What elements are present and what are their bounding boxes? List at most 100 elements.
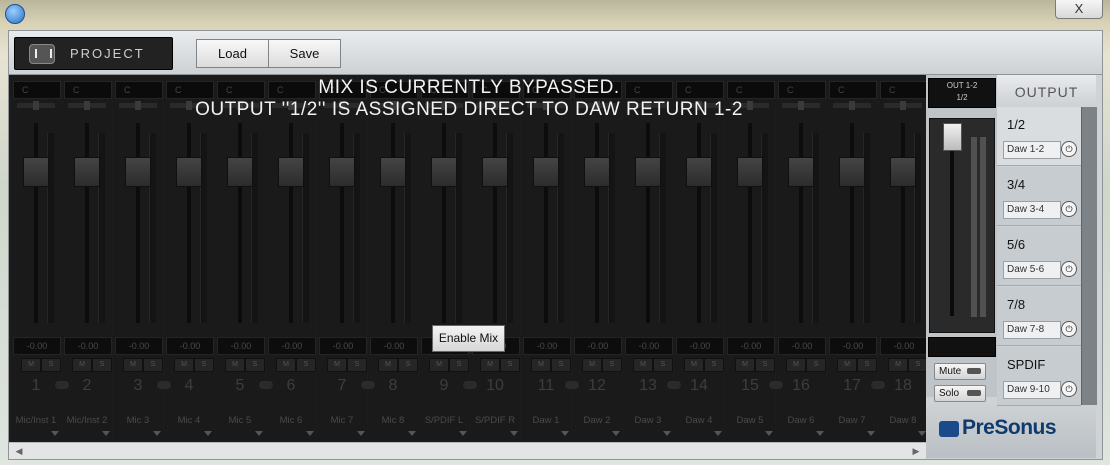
power-icon[interactable]: ⏻ (1061, 201, 1077, 217)
mute-button[interactable]: M (888, 358, 908, 372)
stereo-link-icon[interactable] (565, 381, 579, 389)
chevron-down-icon[interactable] (255, 431, 263, 436)
fader-track[interactable] (289, 123, 293, 323)
solo-button[interactable]: S (245, 358, 265, 372)
solo-button[interactable]: S (704, 358, 724, 372)
stereo-link-icon[interactable] (361, 381, 375, 389)
fader-knob[interactable] (74, 157, 100, 187)
mute-button[interactable]: M (735, 358, 755, 372)
scroll-right-icon[interactable]: ▶ (910, 445, 922, 457)
mute-button[interactable]: M (429, 358, 449, 372)
solo-button[interactable]: S (41, 358, 61, 372)
fader-knob[interactable] (635, 157, 661, 187)
output-source-select[interactable]: Daw 9-10 (1003, 381, 1061, 399)
save-button[interactable]: Save (268, 39, 341, 68)
stereo-link-icon[interactable] (55, 381, 69, 389)
fader-knob[interactable] (176, 157, 202, 187)
solo-button[interactable]: S (194, 358, 214, 372)
chevron-down-icon[interactable] (561, 431, 569, 436)
close-button[interactable]: X (1055, 0, 1103, 19)
solo-button[interactable]: S (500, 358, 520, 372)
mute-button[interactable]: M (480, 358, 500, 372)
fader-track[interactable] (187, 123, 191, 323)
fader-knob[interactable] (23, 157, 49, 187)
fader-knob[interactable] (584, 157, 610, 187)
fader-knob[interactable] (788, 157, 814, 187)
mute-button[interactable]: M (327, 358, 347, 372)
fader-track[interactable] (85, 123, 89, 323)
output-source-select[interactable]: Daw 5-6 (1003, 261, 1061, 279)
master-fader-track[interactable] (950, 131, 954, 316)
channel-name[interactable]: Daw 3 (623, 415, 673, 426)
mute-button[interactable]: M (786, 358, 806, 372)
output-scrollbar[interactable] (1081, 107, 1097, 405)
solo-button[interactable]: S (602, 358, 622, 372)
stereo-link-icon[interactable] (667, 381, 681, 389)
chevron-down-icon[interactable] (357, 431, 365, 436)
fader-track[interactable] (595, 123, 599, 323)
fader-knob[interactable] (380, 157, 406, 187)
solo-button[interactable]: S (296, 358, 316, 372)
master-mute-button[interactable]: Mute (934, 363, 986, 380)
fader-track[interactable] (391, 123, 395, 323)
channel-name[interactable]: Mic 4 (164, 415, 214, 426)
channel-name[interactable]: Mic 3 (113, 415, 163, 426)
master-fader-knob[interactable] (943, 123, 962, 151)
fader-knob[interactable] (329, 157, 355, 187)
channel-name[interactable]: Daw 1 (521, 415, 571, 426)
output-item[interactable]: 5/6 Daw 5-6 ⏻ (997, 227, 1081, 286)
enable-mix-button[interactable]: Enable Mix (432, 325, 505, 352)
channel-name[interactable]: S/PDIF R (470, 415, 520, 426)
mute-button[interactable]: M (837, 358, 857, 372)
fader-knob[interactable] (227, 157, 253, 187)
channel-name[interactable]: Daw 6 (776, 415, 826, 426)
stereo-link-icon[interactable] (463, 381, 477, 389)
fader-track[interactable] (697, 123, 701, 323)
chevron-down-icon[interactable] (714, 431, 722, 436)
solo-button[interactable]: S (806, 358, 826, 372)
stereo-link-icon[interactable] (871, 381, 885, 389)
solo-button[interactable]: S (857, 358, 877, 372)
mute-button[interactable]: M (378, 358, 398, 372)
fader-knob[interactable] (278, 157, 304, 187)
mute-button[interactable]: M (633, 358, 653, 372)
channel-name[interactable]: Mic 6 (266, 415, 316, 426)
fader-track[interactable] (646, 123, 650, 323)
output-item[interactable]: 1/2 Daw 1-2 ⏻ (997, 107, 1081, 166)
fader-knob[interactable] (686, 157, 712, 187)
load-button[interactable]: Load (196, 39, 269, 68)
stereo-link-icon[interactable] (769, 381, 783, 389)
channel-name[interactable]: Mic/Inst 1 (11, 415, 61, 426)
mute-button[interactable]: M (225, 358, 245, 372)
channel-name[interactable]: Daw 8 (878, 415, 926, 426)
fader-track[interactable] (544, 123, 548, 323)
solo-button[interactable]: S (908, 358, 926, 372)
output-item[interactable]: 7/8 Daw 7-8 ⏻ (997, 287, 1081, 346)
channel-name[interactable]: Daw 4 (674, 415, 724, 426)
chevron-down-icon[interactable] (867, 431, 875, 436)
stereo-link-icon[interactable] (259, 381, 273, 389)
solo-button[interactable]: S (449, 358, 469, 372)
solo-button[interactable]: S (398, 358, 418, 372)
fader-track[interactable] (493, 123, 497, 323)
chevron-down-icon[interactable] (918, 431, 926, 436)
mute-button[interactable]: M (684, 358, 704, 372)
power-icon[interactable]: ⏻ (1061, 141, 1077, 157)
output-source-select[interactable]: Daw 1-2 (1003, 141, 1061, 159)
fader-knob[interactable] (839, 157, 865, 187)
solo-button[interactable]: S (347, 358, 367, 372)
chevron-down-icon[interactable] (663, 431, 671, 436)
fader-track[interactable] (34, 123, 38, 323)
solo-button[interactable]: S (653, 358, 673, 372)
fader-track[interactable] (340, 123, 344, 323)
output-item[interactable]: 3/4 Daw 3-4 ⏻ (997, 167, 1081, 226)
solo-button[interactable]: S (551, 358, 571, 372)
power-icon[interactable]: ⏻ (1061, 381, 1077, 397)
fader-track[interactable] (850, 123, 854, 323)
mute-button[interactable]: M (123, 358, 143, 372)
chevron-down-icon[interactable] (510, 431, 518, 436)
fader-knob[interactable] (890, 157, 916, 187)
output-source-select[interactable]: Daw 3-4 (1003, 201, 1061, 219)
fader-knob[interactable] (431, 157, 457, 187)
channel-name[interactable]: Daw 7 (827, 415, 877, 426)
